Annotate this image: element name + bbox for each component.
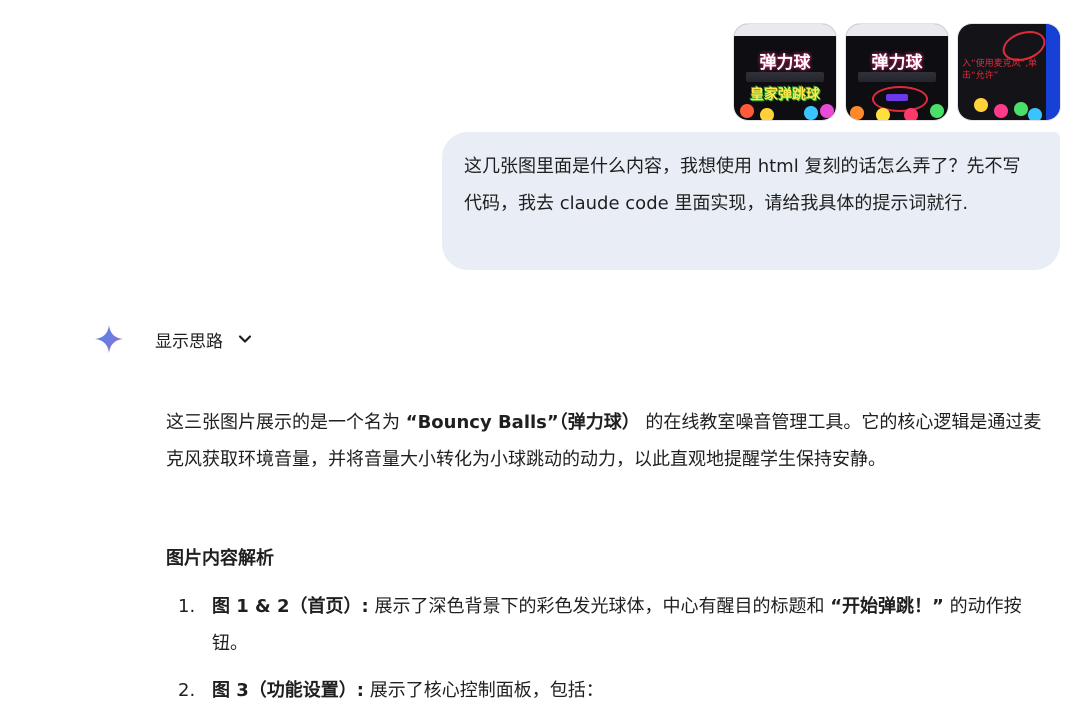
ball: [760, 108, 774, 120]
answer-list: 1. 图 1 & 2（首页）: 展示了深色背景下的彩色发光球体，中心有醒目的标题…: [166, 588, 1056, 709]
ball: [974, 98, 988, 112]
ball: [904, 108, 918, 120]
ball: [876, 108, 890, 120]
answer-intro: 这三张图片展示的是一个名为 “Bouncy Balls”（弹力球） 的在线教室噪…: [166, 404, 1056, 478]
ball: [804, 106, 818, 120]
image-title: 弹力球: [759, 53, 811, 73]
sparkle-icon: [94, 324, 124, 354]
chevron-down-icon: [238, 335, 252, 343]
show-thinking-toggle[interactable]: 显示思路: [94, 324, 253, 354]
attached-images: 弹力球 皇家弹跳球 弹力球 入“使用麦克风”,单击“允许”: [734, 24, 1060, 120]
image-banner: 皇家弹跳球: [750, 87, 820, 103]
user-message-text: 这几张图里面是什么内容，我想使用 html 复刻的话怎么弄了？先不写代码，我去 …: [464, 156, 1021, 214]
list-item-title: 图 1 & 2（首页）:: [212, 596, 369, 617]
attached-image-1[interactable]: 弹力球 皇家弹跳球: [734, 24, 836, 120]
answer-bold-text: “Bouncy Balls”（弹力球）: [405, 412, 640, 433]
list-number: 2.: [178, 680, 196, 701]
list-number: 1.: [178, 596, 196, 617]
section-heading: 图片内容解析: [166, 548, 274, 569]
image-subtitle-block: [746, 72, 824, 82]
start-button-preview: [886, 94, 908, 101]
list-item-text: 展示了深色背景下的彩色发光球体，中心有醒目的标题和: [368, 596, 831, 617]
user-message-bubble: 这几张图里面是什么内容，我想使用 html 复刻的话怎么弄了？先不写代码，我去 …: [442, 132, 1060, 270]
image-title: 弹力球: [871, 53, 923, 73]
list-item: 2. 图 3（功能设置）: 展示了核心控制面板，包括：: [166, 672, 1056, 709]
ball: [994, 104, 1008, 118]
list-item-bold: “开始弹跳！”: [830, 596, 944, 617]
ball: [1014, 102, 1028, 116]
ball: [850, 106, 864, 120]
ball: [1028, 108, 1042, 120]
attached-image-3[interactable]: 入“使用麦克风”,单击“允许”: [958, 24, 1060, 120]
list-item: 1. 图 1 & 2（首页）: 展示了深色背景下的彩色发光球体，中心有醒目的标题…: [166, 588, 1056, 662]
browser-bar: [734, 24, 836, 36]
ball: [740, 104, 754, 118]
image-subtitle-block: [858, 72, 936, 82]
list-item-title: 图 3（功能设置）:: [212, 680, 364, 701]
image-overlay-text: 入“使用麦克风”,单击“允许”: [962, 59, 1038, 81]
attached-image-2[interactable]: 弹力球: [846, 24, 948, 120]
side-panel: [1046, 24, 1060, 120]
ball: [820, 104, 834, 118]
thinking-label: 显示思路: [155, 331, 223, 352]
browser-bar: [846, 24, 948, 36]
answer-text: 这三张图片展示的是一个名为: [166, 412, 406, 433]
list-item-text: 展示了核心控制面板，包括：: [364, 680, 604, 701]
ball: [930, 104, 944, 118]
